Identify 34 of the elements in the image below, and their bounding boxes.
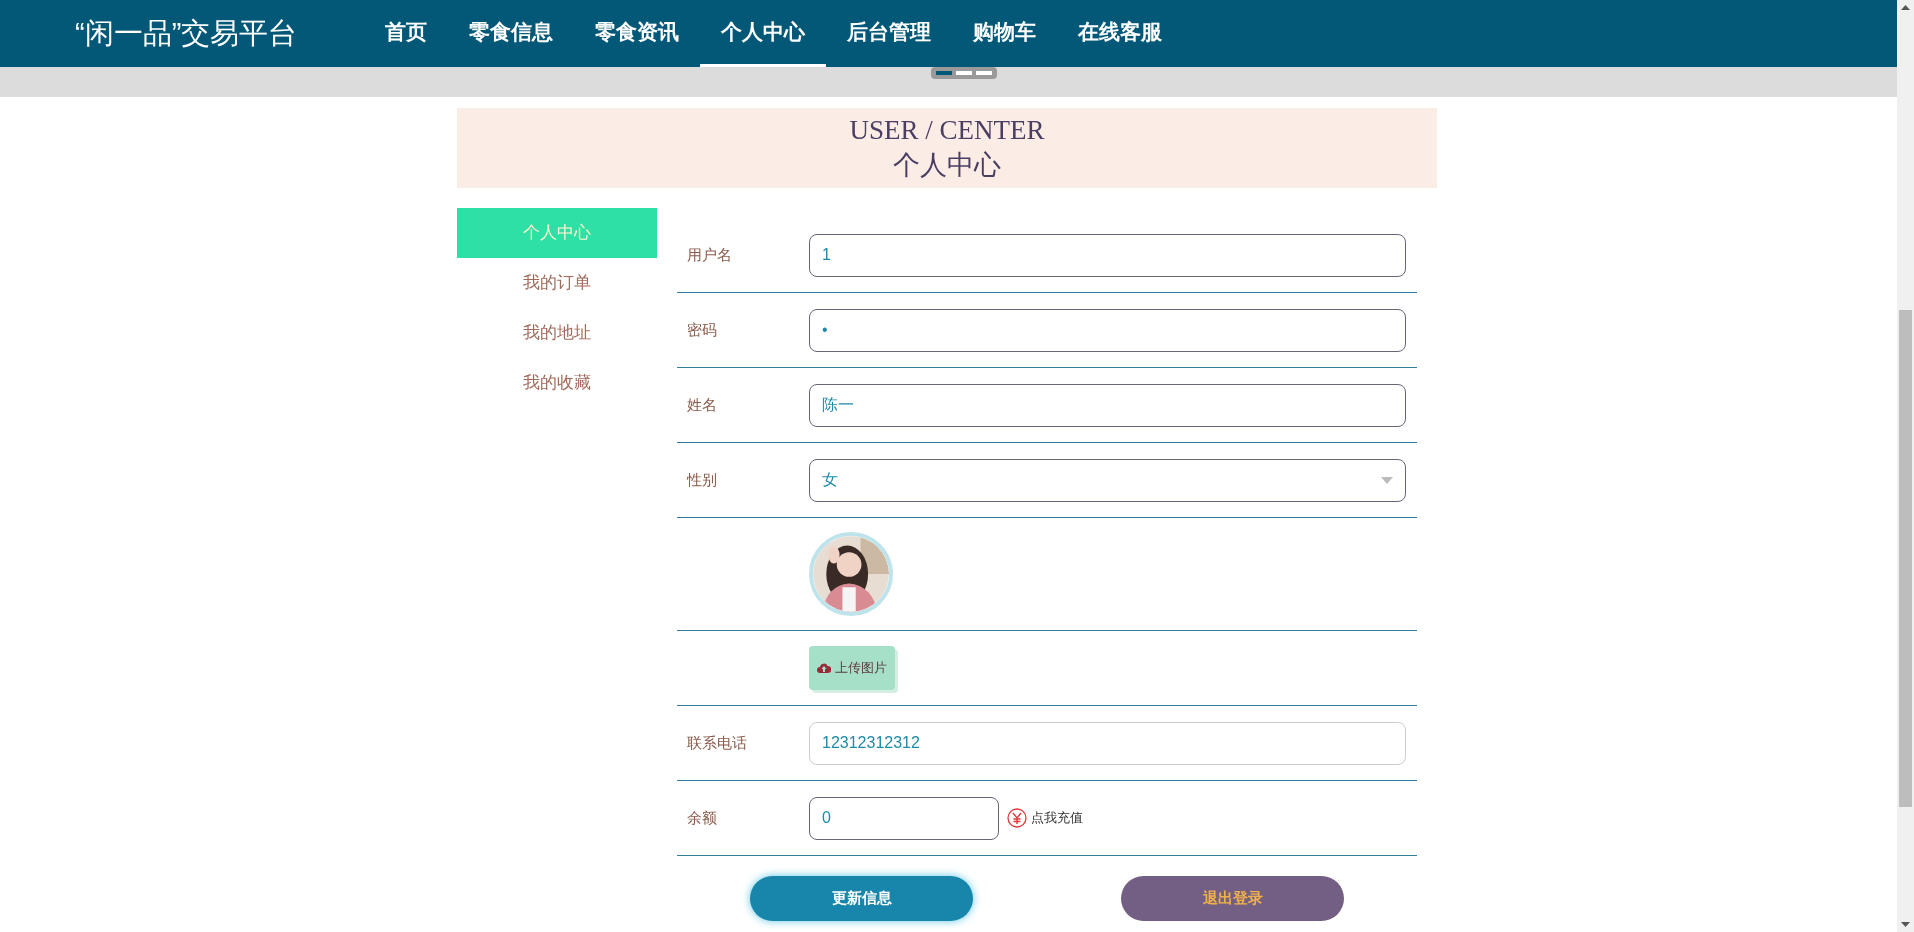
title-chinese: 个人中心	[893, 149, 1001, 182]
update-button[interactable]: 更新信息	[750, 876, 973, 921]
text-field[interactable]: 12312312312	[809, 721, 1406, 765]
recharge-link[interactable]: 点我充值	[1007, 808, 1083, 828]
text-field[interactable]: •	[809, 308, 1406, 352]
field-label: 性别	[687, 471, 717, 488]
field-label: 密码	[687, 321, 717, 338]
nav-link[interactable]: 在线客服	[1057, 0, 1183, 67]
nav-link[interactable]: 首页	[364, 0, 448, 67]
scroll-down-icon[interactable]	[1901, 922, 1910, 927]
upload-button[interactable]: 上传图片	[809, 646, 895, 690]
nav-link[interactable]: 后台管理	[826, 0, 952, 67]
yen-icon	[1007, 808, 1027, 828]
select-field[interactable]: 女	[809, 458, 1406, 502]
scroll-up-icon[interactable]	[1901, 5, 1910, 10]
sidebar-item[interactable]: 我的地址	[457, 308, 657, 358]
balance-field[interactable]: 0	[809, 796, 999, 840]
text-field[interactable]: 1	[809, 233, 1406, 277]
scrollbar-thumb[interactable]	[1899, 310, 1912, 807]
sidebar-item[interactable]: 我的收藏	[457, 358, 657, 408]
nav-link[interactable]: 零食信息	[448, 0, 574, 67]
nav-link[interactable]: 购物车	[952, 0, 1057, 67]
field-label: 余额	[687, 809, 717, 826]
nav-link[interactable]: 零食资讯	[574, 0, 700, 67]
dropdown-caret-icon	[1381, 476, 1393, 484]
brand-title: “闲一品”交易平台	[75, 15, 299, 51]
field-label: 姓名	[687, 396, 717, 413]
text-field[interactable]: 陈一	[809, 383, 1406, 427]
title-english: USER / CENTER	[849, 114, 1045, 147]
field-label: 用户名	[687, 246, 732, 263]
logout-button[interactable]: 退出登录	[1121, 876, 1344, 921]
field-label: 联系电话	[687, 734, 747, 751]
sidebar-item[interactable]: 我的订单	[457, 258, 657, 308]
cloud-upload-icon	[817, 662, 831, 674]
